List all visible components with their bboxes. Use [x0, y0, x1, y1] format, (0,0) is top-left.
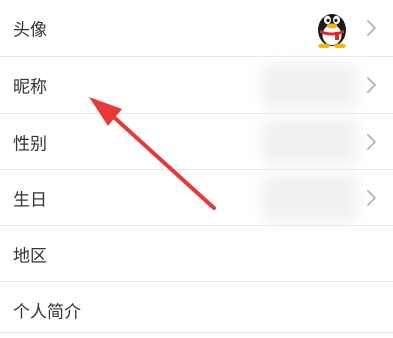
qq-penguin-icon — [318, 14, 346, 48]
redacted-birthday-value — [262, 174, 358, 222]
chevron-right-icon — [367, 190, 376, 206]
row-birthday-label: 生日 — [13, 190, 47, 211]
row-gender-label: 性别 — [13, 134, 47, 155]
row-region[interactable]: 地区 — [0, 226, 393, 282]
redacted-gender-value — [262, 118, 358, 164]
row-region-label: 地区 — [13, 246, 47, 267]
chevron-right-icon — [367, 20, 376, 36]
redacted-nickname-value — [262, 64, 358, 108]
row-bio-label: 个人简介 — [13, 302, 81, 323]
row-avatar-label: 头像 — [13, 20, 47, 41]
profile-settings-list: 头像 昵称 性别 生日 地区 个人简介 — [0, 0, 393, 333]
row-avatar[interactable]: 头像 — [0, 0, 393, 56]
chevron-right-icon — [367, 77, 376, 93]
row-bio[interactable]: 个人简介 — [0, 282, 393, 338]
chevron-right-icon — [367, 134, 376, 150]
row-nickname-label: 昵称 — [13, 77, 47, 98]
